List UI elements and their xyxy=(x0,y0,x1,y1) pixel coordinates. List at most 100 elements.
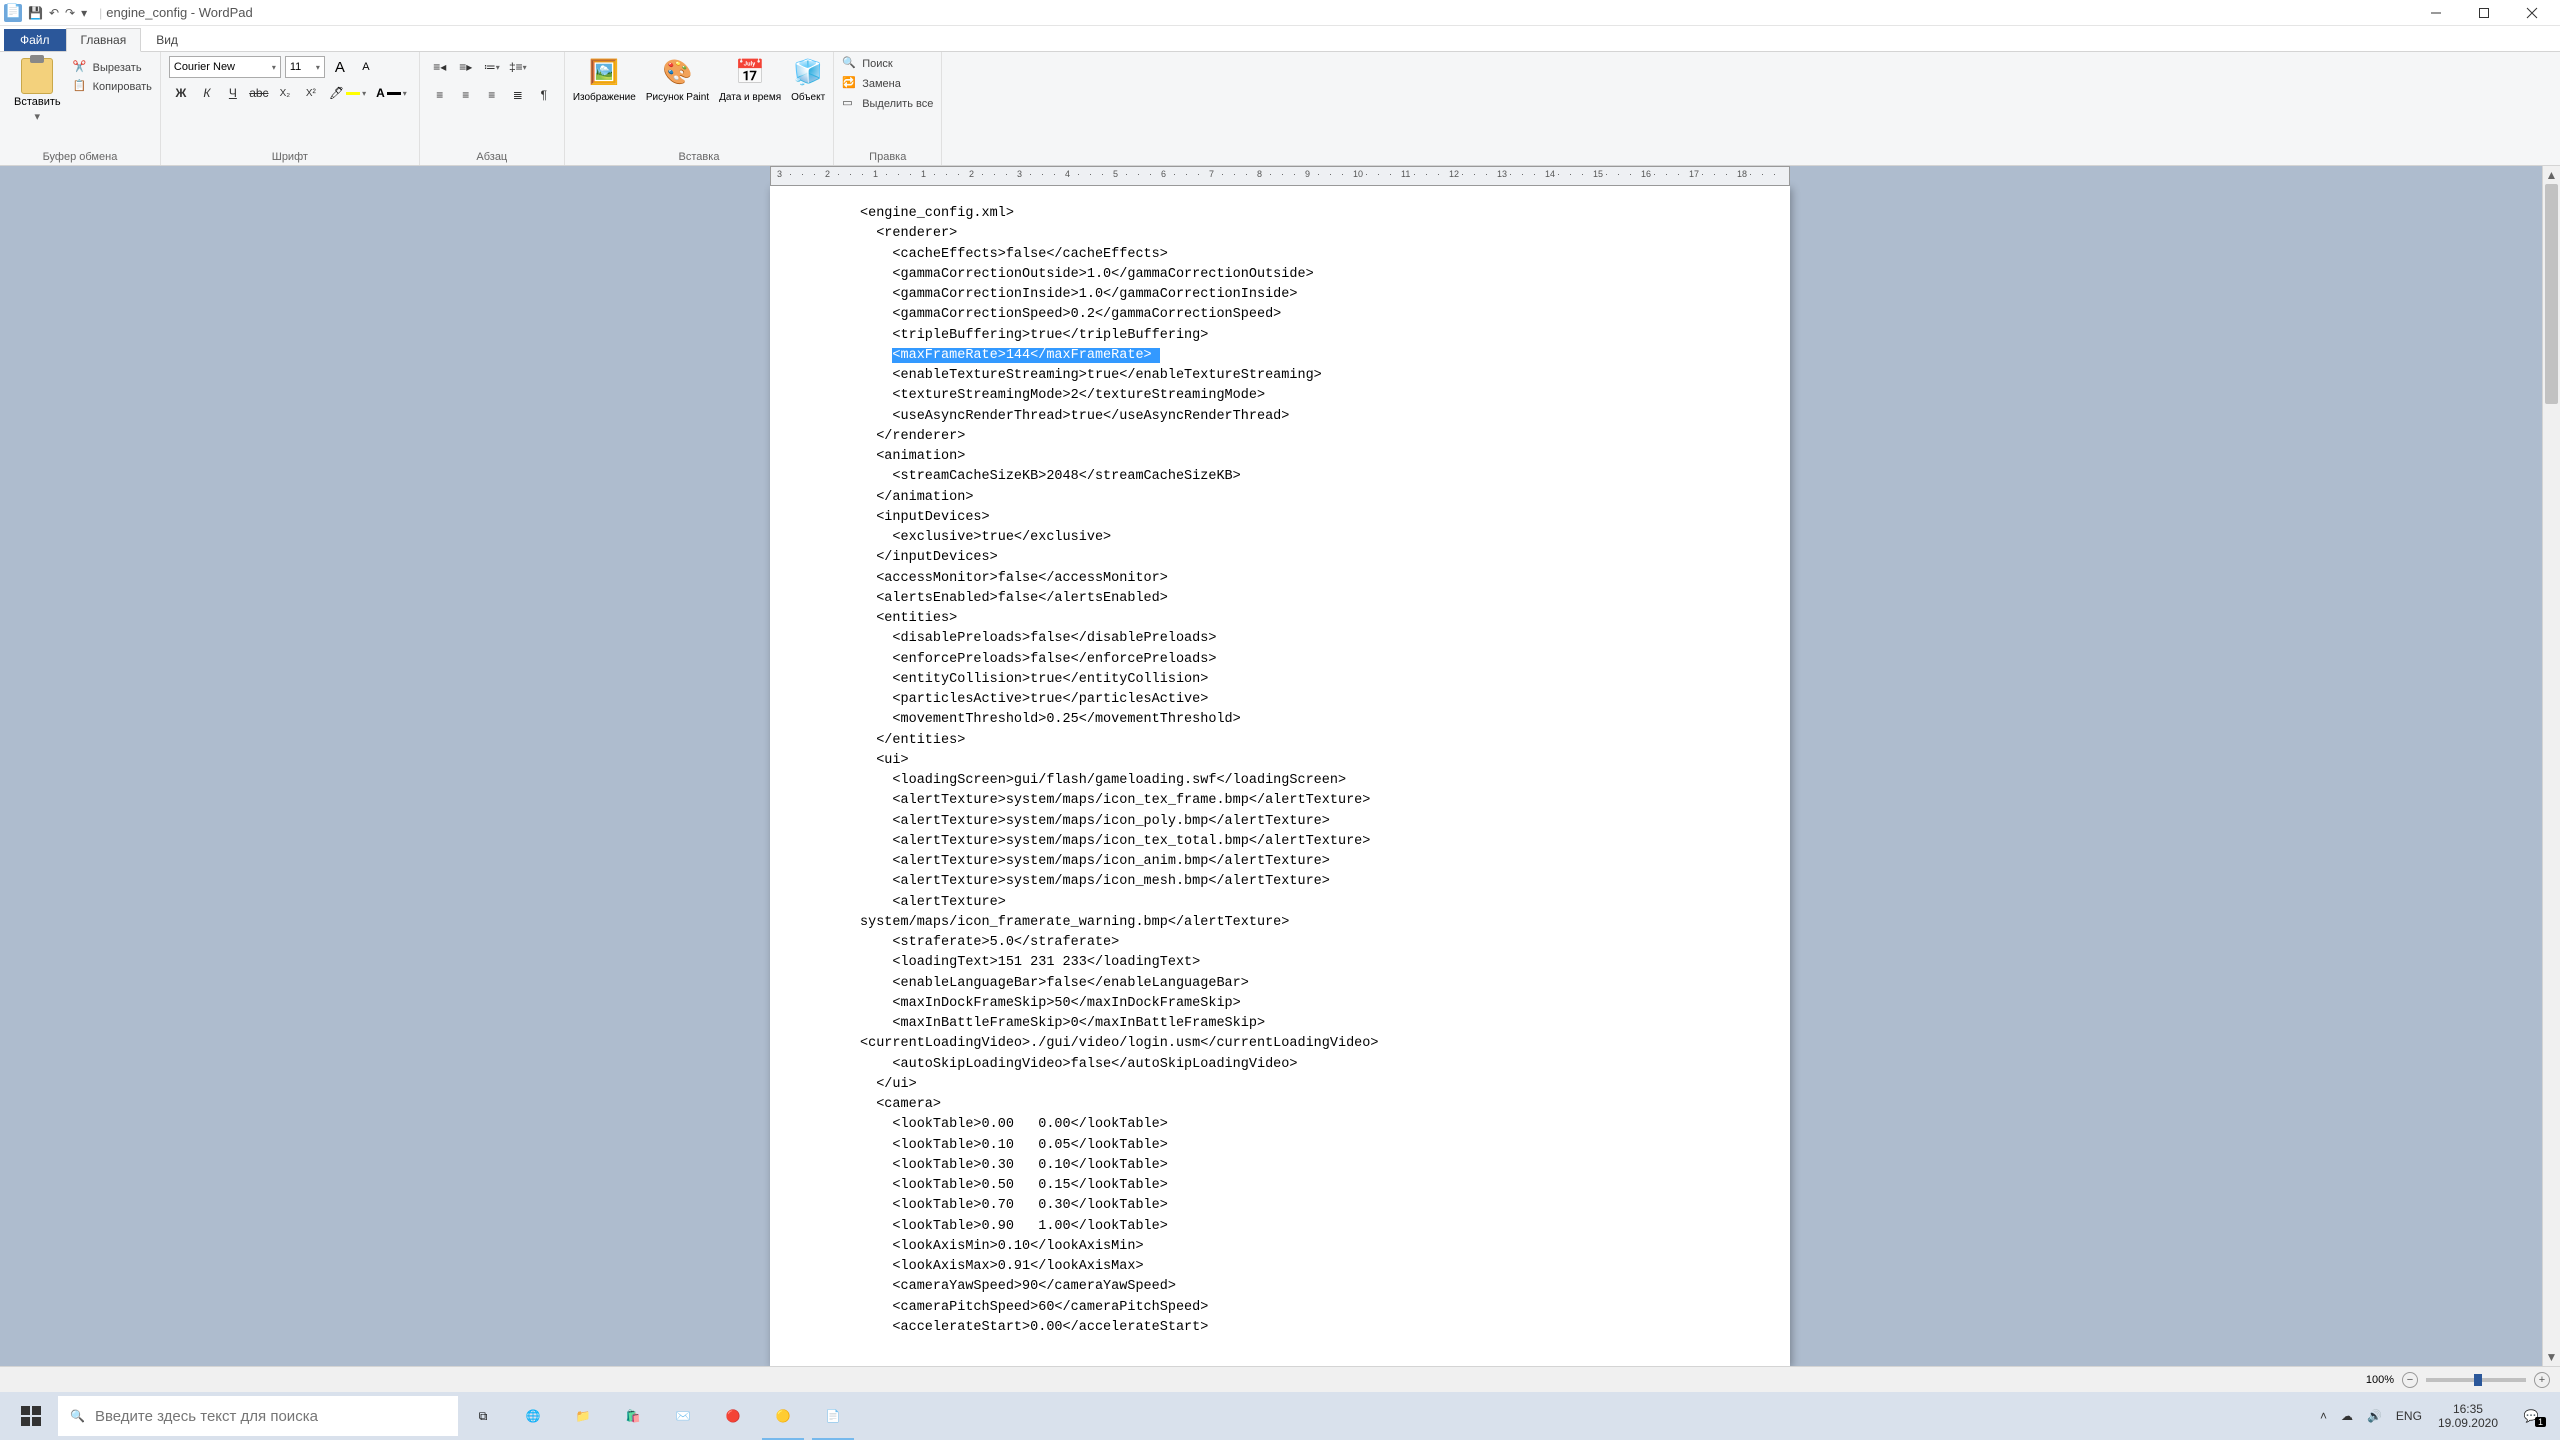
select-all-label: Выделить все xyxy=(862,98,933,110)
grow-font-button[interactable]: A xyxy=(329,56,351,78)
start-button[interactable] xyxy=(4,1392,58,1440)
align-right-button[interactable]: ≡ xyxy=(480,84,504,106)
bold-button[interactable]: Ж xyxy=(169,82,193,104)
task-view-button[interactable]: ⧉ xyxy=(458,1392,508,1440)
doc-line: <movementThreshold>0.25</movementThresho… xyxy=(860,710,1700,730)
scroll-down-button[interactable]: ▼ xyxy=(2543,1348,2560,1366)
ruler[interactable]: 3···2···1···1···2···3···4···5···6···7···… xyxy=(770,166,1790,186)
doc-line: <alertTexture>system/maps/icon_mesh.bmp<… xyxy=(860,872,1700,892)
align-left-button[interactable]: ≡ xyxy=(428,84,452,106)
onedrive-icon[interactable]: ☁ xyxy=(2341,1409,2353,1423)
increase-indent-button[interactable]: ≡▸ xyxy=(454,56,478,78)
scroll-thumb[interactable] xyxy=(2545,184,2558,404)
qat-undo-icon[interactable]: ↶ xyxy=(49,6,59,20)
decrease-indent-button[interactable]: ≡◂ xyxy=(428,56,452,78)
doc-line: </entities> xyxy=(860,731,1700,751)
ribbon: Вставить ▾ ✂️Вырезать 📋Копировать Буфер … xyxy=(0,52,2560,166)
justify-button[interactable]: ≣ xyxy=(506,84,530,106)
bullets-button[interactable]: ≔▾ xyxy=(480,56,504,78)
doc-line: <accelerateStart>0.00</accelerateStart> xyxy=(860,1318,1700,1338)
doc-line: <alertTexture>system/maps/icon_anim.bmp<… xyxy=(860,852,1700,872)
cut-button[interactable]: ✂️Вырезать xyxy=(73,60,152,76)
pen-icon: 🖊 xyxy=(329,86,344,100)
strike-button[interactable]: abc xyxy=(247,82,271,104)
doc-line: <disablePreloads>false</disablePreloads> xyxy=(860,629,1700,649)
close-button[interactable] xyxy=(2508,0,2556,26)
zoom-out-button[interactable]: − xyxy=(2402,1372,2418,1388)
taskbar-mail[interactable]: ✉️ xyxy=(658,1392,708,1440)
insert-paint-button[interactable]: 🎨Рисунок Paint xyxy=(646,56,709,103)
taskbar-store[interactable]: 🛍️ xyxy=(608,1392,658,1440)
doc-line: <tripleBuffering>true</tripleBuffering> xyxy=(860,326,1700,346)
ruler-tick: 1 xyxy=(873,169,878,179)
shrink-font-button[interactable]: A xyxy=(355,56,377,78)
doc-line: <alertTexture> xyxy=(860,893,1700,913)
doc-line: <maxInDockFrameSkip>50</maxInDockFrameSk… xyxy=(860,994,1700,1014)
volume-icon[interactable]: 🔊 xyxy=(2367,1409,2382,1423)
insert-image-button[interactable]: 🖼️Изображение xyxy=(573,56,636,103)
paragraph-dialog-button[interactable]: ¶ xyxy=(532,84,556,106)
titlebar: 💾 ↶ ↷ ▾ | engine_config - WordPad xyxy=(0,0,2560,26)
vertical-scrollbar[interactable]: ▲ ▼ xyxy=(2542,166,2560,1366)
doc-line: </animation> xyxy=(860,488,1700,508)
tab-file[interactable]: Файл xyxy=(4,29,66,51)
font-name-select[interactable]: Courier New▾ xyxy=(169,56,281,78)
insert-datetime-button[interactable]: 📅Дата и время xyxy=(719,56,781,103)
taskbar-explorer[interactable]: 📁 xyxy=(558,1392,608,1440)
underline-button[interactable]: Ч xyxy=(221,82,245,104)
tab-home[interactable]: Главная xyxy=(66,28,142,52)
font-color-button[interactable]: A▾ xyxy=(372,82,411,104)
object-icon: 🧊 xyxy=(792,56,824,88)
tray-overflow-icon[interactable]: ˄ xyxy=(2320,1409,2327,1423)
qat-redo-icon[interactable]: ↷ xyxy=(65,6,75,20)
qat-save-icon[interactable]: 💾 xyxy=(28,6,43,20)
minimize-button[interactable] xyxy=(2412,0,2460,26)
ruler-tick: 10 xyxy=(1353,169,1363,179)
superscript-button[interactable]: X² xyxy=(299,82,323,104)
subscript-button[interactable]: X₂ xyxy=(273,82,297,104)
doc-line: <lookTable>0.30 0.10</lookTable> xyxy=(860,1156,1700,1176)
copy-button[interactable]: 📋Копировать xyxy=(73,79,152,95)
copy-label: Копировать xyxy=(93,81,152,93)
select-all-button[interactable]: ▭Выделить все xyxy=(842,96,933,112)
scroll-up-button[interactable]: ▲ xyxy=(2543,166,2560,184)
italic-button[interactable]: К xyxy=(195,82,219,104)
document-page[interactable]: <engine_config.xml> <renderer> <cacheEff… xyxy=(770,186,1790,1366)
paste-button[interactable]: Вставить ▾ xyxy=(8,56,67,125)
maximize-button[interactable] xyxy=(2460,0,2508,26)
find-button[interactable]: 🔍Поиск xyxy=(842,56,933,72)
taskbar-search[interactable]: 🔍 xyxy=(58,1396,458,1436)
taskbar-edge[interactable]: 🌐 xyxy=(508,1392,558,1440)
search-input[interactable] xyxy=(95,1408,446,1425)
chevron-down-icon: ▾ xyxy=(362,89,366,98)
doc-line: <lookTable>0.00 0.00</lookTable> xyxy=(860,1115,1700,1135)
taskbar-chrome[interactable]: 🟡 xyxy=(758,1392,808,1440)
doc-line: <lookTable>0.50 0.15</lookTable> xyxy=(860,1176,1700,1196)
font-size-value: 11 xyxy=(290,61,301,73)
tab-view[interactable]: Вид xyxy=(141,28,193,51)
ruler-tick: 9 xyxy=(1305,169,1310,179)
align-center-button[interactable]: ≡ xyxy=(454,84,478,106)
zoom-knob[interactable] xyxy=(2474,1374,2482,1386)
time: 16:35 xyxy=(2453,1402,2483,1416)
doc-line: <maxFrameRate>144</maxFrameRate> xyxy=(860,346,1700,366)
font-size-select[interactable]: 11▾ xyxy=(285,56,325,78)
zoom-slider[interactable] xyxy=(2426,1378,2526,1382)
scroll-track[interactable] xyxy=(2543,184,2560,1348)
ruler-tick: 6 xyxy=(1161,169,1166,179)
action-center-button[interactable]: 💬1 xyxy=(2506,1409,2556,1423)
taskbar-opera[interactable]: 🔴 xyxy=(708,1392,758,1440)
datetime-label: Дата и время xyxy=(719,92,781,103)
insert-object-button[interactable]: 🧊Объект xyxy=(791,56,825,103)
highlight-button[interactable]: 🖊▾ xyxy=(325,82,370,104)
ruler-tick: 17 xyxy=(1689,169,1699,179)
line-spacing-button[interactable]: ‡≡▾ xyxy=(506,56,530,78)
zoom-in-button[interactable]: + xyxy=(2534,1372,2550,1388)
replace-button[interactable]: 🔁Замена xyxy=(842,76,933,92)
language-indicator[interactable]: ENG xyxy=(2396,1409,2422,1423)
qat-customize-icon[interactable]: ▾ xyxy=(81,6,87,20)
doc-line: <useAsyncRenderThread>true</useAsyncRend… xyxy=(860,407,1700,427)
zoom-value: 100% xyxy=(2366,1374,2394,1386)
taskbar-wordpad[interactable]: 📄 xyxy=(808,1392,858,1440)
clock[interactable]: 16:35 19.09.2020 xyxy=(2430,1402,2506,1430)
